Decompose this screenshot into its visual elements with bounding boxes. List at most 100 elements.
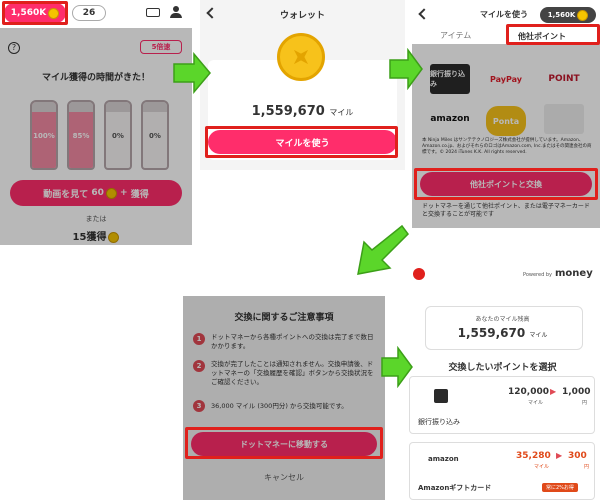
panel1-heading: マイル獲得の時間がきた！ [41, 73, 150, 83]
option-name: 銀行振り込み [418, 418, 460, 426]
step-2-badge: 2 [193, 360, 205, 372]
wallet-balance-row: 1,559,670 マイル [200, 104, 405, 119]
wallet-title: ウォレット [279, 11, 325, 21]
bank-icon [434, 389, 448, 403]
step-3-badge: 3 [193, 400, 205, 412]
go-to-dotmoney-label: ドットマネーに移動する [240, 439, 328, 449]
to-value: 300 [568, 451, 587, 461]
option-row-amazon[interactable]: amazon 35,280 マイル ▶ 300 円 Amazonギフトカード 常… [409, 442, 595, 500]
balance-row: 1,559,670 マイル [405, 326, 600, 340]
balance-value: 1,559,670 [457, 326, 526, 340]
notice-heading: 交換に関するご注意事項 [234, 313, 334, 323]
balance-unit: マイル [529, 332, 548, 339]
exchange-points-button[interactable]: 他社ポイントと交換 [420, 172, 592, 196]
help-icon[interactable]: ? [8, 42, 20, 54]
rate-arrow-icon: ▶ [550, 387, 557, 396]
ponta-logo[interactable]: Ponta [486, 106, 526, 136]
bank-transfer-logo[interactable]: 銀行振り込み [430, 64, 470, 94]
or-label: または [85, 215, 107, 223]
from-unit: マイル [528, 400, 544, 406]
bottle-1-pct: 100% [33, 132, 55, 140]
note-2: 交換が完了したことは通知されません。交換申請後、ドットマネーの「交換履歴を確認」… [211, 360, 374, 386]
speed-badge-label: 5倍速 [151, 43, 171, 51]
from-value: 120,000 [508, 387, 549, 397]
panel3-footer: ドットマネーを通じて他社ポイント、または電子マネーカードと交換することが可能です [422, 203, 590, 218]
option-name: Amazonギフトカード [418, 484, 492, 492]
notice-dialog-panel: 交換に関するご注意事項 1 ドットマネーから各種ポイントへの交換は完了まで数日か… [183, 296, 385, 500]
deal-badge: 常に2%お得 [542, 483, 578, 492]
bottle-2: 85% [67, 100, 95, 170]
from-unit: マイル [534, 464, 550, 470]
ticket-badge[interactable]: 26 [72, 5, 106, 21]
coin-icon [577, 9, 589, 21]
home-screen-panel: 1,560K 26 ? 5倍速 マイル獲得の時間がきた！ 100% 85% 0%… [0, 0, 192, 245]
logo-label: POINT [548, 74, 580, 84]
bottle-2-pct: 85% [72, 132, 90, 140]
mile-badge-value: 1,560K [547, 11, 576, 19]
watch-label: 動画を見て [43, 189, 89, 200]
ticket-count: 26 [82, 8, 96, 18]
tab-points[interactable]: 他社ポイント [518, 31, 566, 42]
logo-label: Ponta [492, 116, 520, 126]
watch-video-button[interactable]: 動画を見て 60 + 獲得 [10, 180, 182, 206]
logo-label: amazon [430, 114, 470, 124]
use-miles-title: マイルを使う [480, 10, 528, 19]
rakuten-point-logo[interactable]: POINT [544, 64, 584, 94]
cancel-button[interactable]: キャンセル [183, 472, 385, 483]
dotmoney-panel: Powered by money あなたのマイル残高 1,559,670 マイル… [405, 262, 600, 500]
bottle-3: 0% [104, 100, 132, 170]
mile-badge[interactable]: 1,560K [540, 7, 596, 23]
dim-overlay [183, 296, 385, 500]
exchange-points-label: 他社ポイントと交換 [470, 179, 542, 189]
note-3: 36,000 マイル (300円分) から交換可能です。 [211, 402, 348, 410]
step-1-badge: 1 [193, 333, 205, 345]
ninja-logo-icon [413, 268, 425, 280]
tab-items[interactable]: アイテム [440, 30, 471, 41]
note-1: ドットマネーから各種ポイントへの交換は完了まで数日かかります。 [211, 333, 374, 350]
mile-badge[interactable]: 1,560K [4, 3, 66, 23]
wallet-balance: 1,559,670 [251, 104, 325, 119]
balance-label: あなたのマイル残高 [475, 316, 530, 323]
arrow-right-3 [381, 346, 413, 388]
earn-label: 15獲得 [0, 228, 192, 243]
logo-label: 銀行振り込み [430, 70, 465, 88]
paypay-logo[interactable]: PayPay [486, 64, 526, 94]
arrow-down-left [357, 224, 409, 275]
apple-gift-logo[interactable] [544, 104, 584, 134]
amazon-logo[interactable]: amazon [430, 104, 470, 134]
coin-icon [108, 231, 120, 243]
wallet-panel: ウォレット 1,559,670 マイル マイルを使う [200, 0, 405, 170]
to-value: 1,000 [562, 387, 591, 397]
earn-text: 15獲得 [72, 232, 107, 243]
logo-label: PayPay [489, 74, 523, 84]
use-miles-button[interactable]: マイルを使う [208, 130, 397, 154]
powered-by-label: Powered by [523, 272, 552, 278]
user-icon[interactable] [170, 6, 182, 18]
option-row-bank[interactable]: 120,000 マイル ▶ 1,000 円 銀行振り込み [409, 376, 595, 434]
to-unit: 円 [582, 400, 588, 406]
use-miles-label: マイルを使う [275, 138, 330, 149]
coin-icon [48, 7, 60, 19]
rate-arrow-icon: ▶ [556, 451, 563, 460]
wallet-unit: マイル [329, 108, 354, 117]
select-heading: 交換したいポイントを選択 [448, 363, 557, 373]
bottle-3-pct: 0% [112, 132, 124, 140]
bottle-4-pct: 0% [149, 132, 161, 140]
amazon-logo: amazon [428, 455, 459, 463]
bottle-4: 0% [141, 100, 169, 170]
coin-icon [105, 187, 117, 199]
from-value: 35,280 [516, 451, 551, 461]
keyboard-icon[interactable] [146, 8, 160, 17]
arrow-right-1 [173, 52, 211, 94]
use-miles-panel: マイルを使う 1,560K アイテム 他社ポイント 銀行振り込み PayPay … [412, 0, 600, 228]
mile-badge-value: 1,560K [10, 8, 47, 18]
ninja-coin-icon [277, 33, 325, 81]
rate-from: 120,000 [508, 387, 549, 397]
back-arrow-icon[interactable] [418, 8, 430, 20]
watch-num: 60 [91, 188, 104, 198]
fine-print: 本 Ninja Miles はサンテテクノロジーズ株式会社が提供しています。Am… [422, 138, 592, 155]
to-unit: 円 [584, 464, 590, 470]
watch-suffix: 獲得 [130, 189, 149, 200]
dotmoney-brand: money [555, 268, 593, 279]
go-to-dotmoney-button[interactable]: ドットマネーに移動する [191, 432, 377, 456]
